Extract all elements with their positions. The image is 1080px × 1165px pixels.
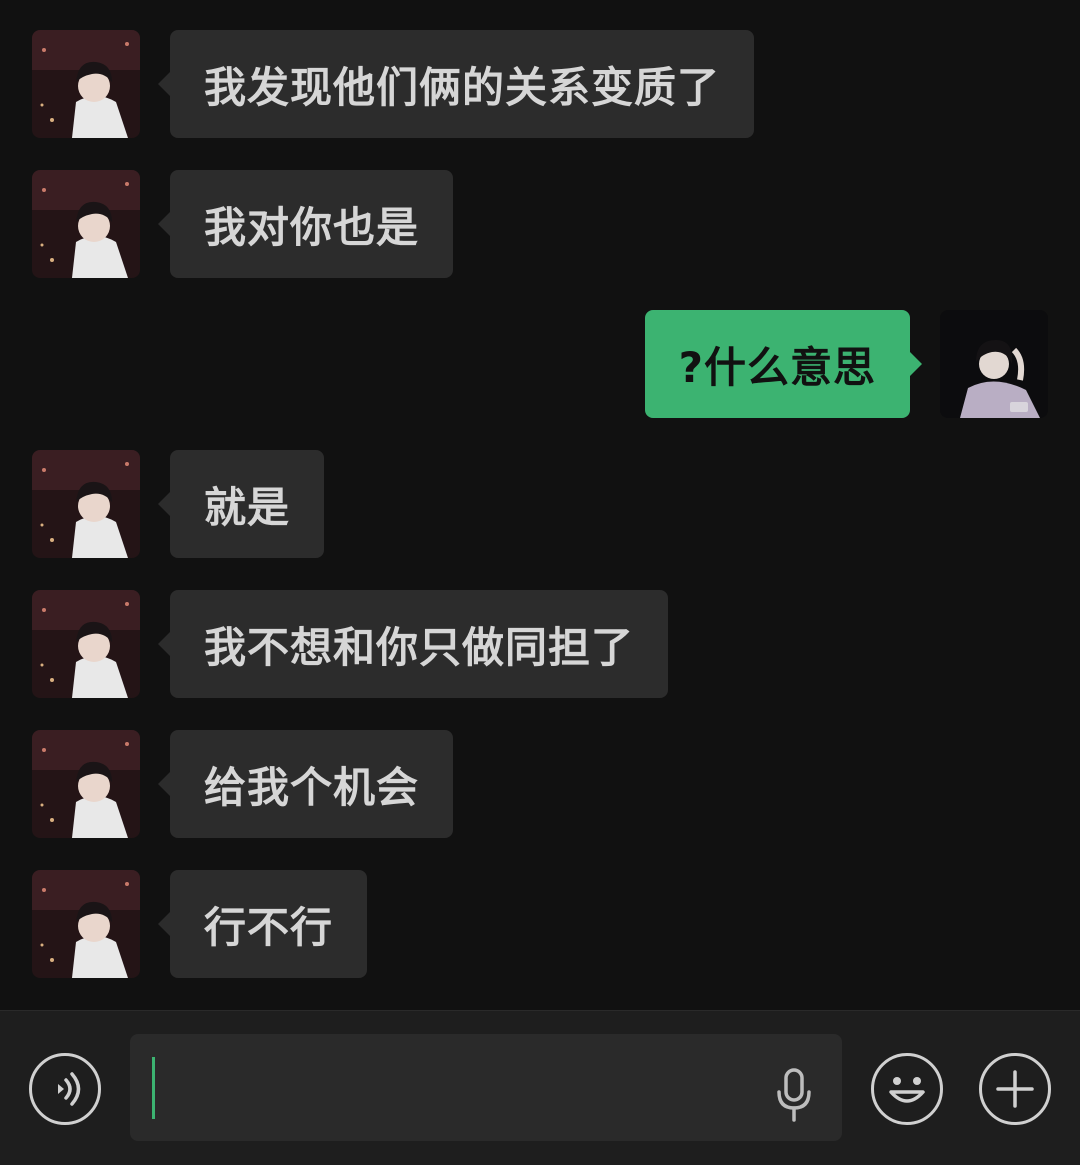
message-bubble-outgoing[interactable]: ?什么意思: [644, 310, 923, 418]
contact-avatar[interactable]: [32, 870, 140, 978]
message-row-incoming: 我对你也是: [0, 170, 1080, 278]
contact-avatar[interactable]: [32, 170, 140, 278]
message-row-incoming: 我不想和你只做同担了: [0, 590, 1080, 698]
contact-avatar[interactable]: [32, 730, 140, 838]
emoji-icon: [889, 1077, 925, 1103]
message-bubble-incoming[interactable]: 给我个机会: [157, 730, 454, 838]
message-row-incoming: 给我个机会: [0, 730, 1080, 838]
message-bubble-incoming[interactable]: 我对你也是: [157, 170, 454, 278]
message-row-incoming: 就是: [0, 450, 1080, 558]
message-text: ?什么意思: [678, 342, 876, 392]
contact-avatar[interactable]: [32, 30, 140, 138]
message-row-incoming: 行不行: [0, 870, 1080, 978]
voice-mode-icon: [58, 1072, 81, 1106]
message-bubble-incoming[interactable]: 行不行: [157, 870, 368, 978]
emoji-button[interactable]: [871, 1053, 943, 1125]
message-text: 行不行: [204, 902, 334, 952]
message-row-incoming: 我发现他们俩的关系变质了: [0, 30, 1080, 138]
message-bubble-incoming[interactable]: 就是: [157, 450, 325, 558]
message-input[interactable]: [130, 1034, 842, 1141]
chat-input-bar: [0, 1010, 1080, 1165]
message-text: 就是: [204, 482, 291, 532]
message-bubble-incoming[interactable]: 我不想和你只做同担了: [157, 590, 669, 698]
contact-avatar[interactable]: [32, 450, 140, 558]
message-bubble-incoming[interactable]: 我发现他们俩的关系变质了: [157, 30, 755, 138]
message-row-outgoing: ?什么意思: [0, 310, 1080, 418]
message-text: 我发现他们俩的关系变质了: [204, 62, 721, 112]
voice-mode-button[interactable]: [29, 1053, 101, 1125]
plus-icon: [996, 1070, 1034, 1108]
chat-message-list[interactable]: 我发现他们俩的关系变质了 我对你也是 ?什么意思 就是 我不想和你只做同担了 给…: [0, 0, 1080, 1010]
self-avatar[interactable]: [940, 310, 1048, 418]
text-cursor: [152, 1057, 155, 1119]
more-options-button[interactable]: [979, 1053, 1051, 1125]
message-text: 给我个机会: [204, 762, 420, 812]
contact-avatar[interactable]: [32, 590, 140, 698]
message-text: 我对你也是: [204, 202, 420, 252]
message-text: 我不想和你只做同担了: [204, 622, 635, 672]
microphone-icon[interactable]: [772, 1066, 816, 1126]
